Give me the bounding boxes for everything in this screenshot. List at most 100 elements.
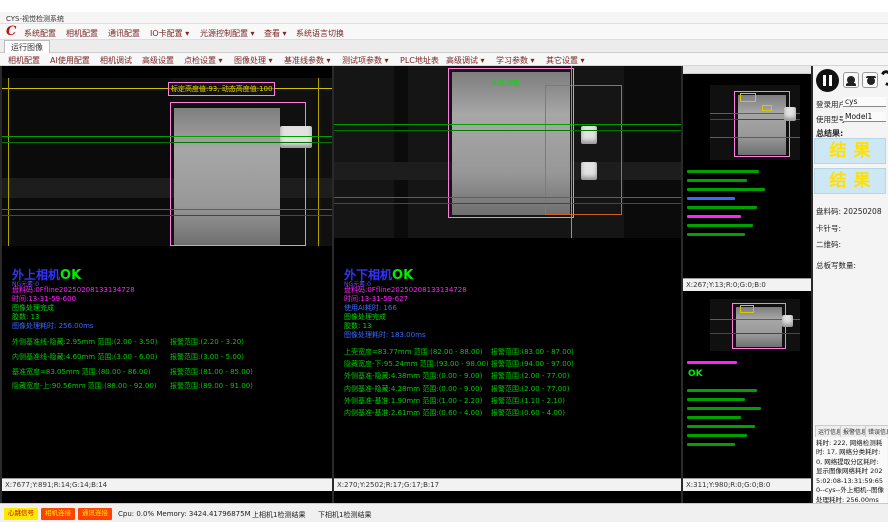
menu-item-4[interactable]: 光源控制配置 ▾: [200, 28, 255, 39]
qr-code-label: 二维码:: [816, 239, 841, 250]
illegible-text-line: [687, 425, 755, 428]
run-log[interactable]: 耗时: 222, 网络检测耗时: 17, 网络分类耗时: 0, 网络提取分区耗时…: [814, 437, 887, 503]
toolbar-item-9[interactable]: 高级调试 ▾: [446, 55, 485, 66]
illegible-text-line: [687, 416, 741, 419]
side-view-top[interactable]: [683, 74, 811, 278]
illegible-text-line: [687, 407, 761, 410]
login-user-field[interactable]: cys: [843, 97, 886, 107]
illegible-text-line: [687, 206, 757, 209]
measurement-row: 内侧基准-隐藏:4.28mm 范围:(0.00 - 9.00) 报警范围:(2.0…: [344, 384, 664, 394]
toolbar-item-1[interactable]: AI使用配置: [50, 55, 90, 66]
mid-camera-image[interactable]: AI检测框: [334, 66, 681, 238]
toolbar-item-5[interactable]: 图像处理 ▾: [234, 55, 273, 66]
left-camera-panel: 标定高度值:93, 动态高度值:100 外上相机OK NG元素:0 盘料码:0F…: [2, 66, 332, 503]
connector-part: [784, 107, 796, 121]
menu-item-2[interactable]: 通讯配置: [108, 28, 140, 39]
camera-icon-top: [866, 76, 876, 78]
heartbeat-badge: 心跳信号: [4, 508, 38, 520]
baseline-green-1: [2, 136, 332, 137]
baseline-green-4: [2, 215, 332, 216]
menu-item-3[interactable]: IO卡配置 ▾: [150, 28, 189, 39]
toolbar-item-3[interactable]: 高级设置: [142, 55, 174, 66]
menu-item-5[interactable]: 查看 ▾: [264, 28, 287, 39]
yellow-guide-left: [8, 78, 9, 246]
model-field[interactable]: Model1: [843, 112, 886, 122]
illegible-text-line: [687, 398, 745, 401]
connector-part: [581, 126, 597, 144]
cpu-memory-text: Cpu: 0.0% Memory: 3424.41796875M: [118, 510, 251, 518]
connector-part: [280, 126, 312, 148]
menu-item-6[interactable]: 系统语言切换: [296, 28, 344, 39]
window-title: CYS-视觉检测系统: [6, 14, 64, 24]
baseline-green: [710, 333, 800, 334]
measurement-row: 上壳宽度=83.77mm 范围:(82.00 - 88.00)报警范围:(83.…: [344, 347, 664, 357]
left-pixel-status: X:7677;Y:891;R:14;G:14;B:14: [2, 478, 332, 491]
measurement-row: 内侧基准线-隐藏:4.60mm 范围:(3.00 - 6.00)报警范围:(3.…: [12, 352, 332, 362]
measurement-row: 隐藏宽度-上:90.56mm 范围:(88.00 - 92.00)报警范围:(8…: [12, 381, 332, 391]
lower-result-label[interactable]: 下相机1检测结果: [318, 510, 371, 520]
baseline-green-2: [334, 130, 681, 131]
result-box-2: 结果: [814, 168, 886, 194]
control-sidebar: 登录用户: cys 使用型号: Model1 总结果: 结果 结果 盘料码: 2…: [813, 66, 888, 503]
measure-text: 隐藏宽度-下:95.24mm 范围:(93.00 - 98.00): [344, 360, 489, 368]
measure-text: 外侧基准线-隐藏:2.95mm 范围:(2.00 - 3.50): [12, 338, 157, 346]
user-icon-button[interactable]: [843, 72, 859, 88]
menu-item-1[interactable]: 相机配置: [66, 28, 98, 39]
comm-link-badge: 通讯连接: [78, 508, 112, 520]
pause-icon: [823, 75, 826, 86]
alarm-text: 报警范围:(83.00 - 87.00): [491, 347, 574, 357]
measurement-row: 隐藏宽度-下:95.24mm 范围:(93.00 - 98.00)报警范围:(9…: [344, 359, 664, 369]
tab-run-image[interactable]: 运行图像: [4, 40, 50, 53]
toolbar-item-8[interactable]: PLC地址表: [400, 55, 439, 66]
yellow-marker-box: [740, 93, 756, 102]
side-view-bottom[interactable]: OK: [683, 291, 811, 478]
ai-roi-box: [545, 85, 622, 215]
result-ok: OK: [60, 268, 81, 283]
view-mode-strip: 画面显示 拍照显示 检测显示: [683, 66, 811, 74]
menu-item-0[interactable]: 系统配置: [24, 28, 56, 39]
mid-camera-panel: AI检测框 外下相机OK NG元素:0 盘料码:0Ffline202502081…: [334, 66, 681, 503]
refresh-icon[interactable]: [879, 68, 888, 87]
toolbar-item-10[interactable]: 学习参数 ▾: [496, 55, 535, 66]
bottom-status-bar: 心跳信号 相机连接 通讯连接 Cpu: 0.0% Memory: 3424.41…: [0, 503, 888, 522]
app-logo-icon: C: [6, 24, 16, 39]
toolbar-item-7[interactable]: 测试项参数 ▾: [342, 55, 389, 66]
upper-result-label[interactable]: 上相机1检测结果: [252, 510, 305, 520]
toolbar-item-6[interactable]: 基准线参数 ▾: [284, 55, 331, 66]
baseline-green: [710, 137, 800, 138]
roi-box: [170, 102, 306, 246]
illegible-text-line: [687, 170, 759, 173]
yellow-guide-right: [318, 78, 319, 246]
illegible-text-line: [687, 215, 741, 218]
baseline-green-4: [334, 203, 681, 204]
yellow-marker-box: [762, 105, 772, 111]
measure-text: 基准宽度=83.05mm 范围:(80.00 - 86.00): [12, 368, 151, 376]
process-time-line: 图像处理耗时: 183.00ms: [344, 330, 426, 340]
toolbar-item-4[interactable]: 点检设置 ▾: [184, 55, 223, 66]
illegible-text-line: [687, 443, 735, 446]
illegible-text-line: [687, 434, 747, 437]
side-views-column: 画面显示 拍照显示 检测显示: [683, 66, 811, 503]
process-time-line: 图像处理耗时: 256.00ms: [12, 321, 94, 331]
menu-bar: C 系统配置 相机配置 通讯配置 IO卡配置 ▾ 光源控制配置 ▾ 查看 ▾ 系…: [0, 24, 888, 40]
toolbar-item-0[interactable]: 相机配置: [8, 55, 40, 66]
baseline-green-3: [334, 197, 681, 198]
baseline-green-1: [334, 124, 681, 125]
measure-text: 内侧基准-隐藏:4.28mm 范围:(0.00 - 9.00): [344, 385, 482, 393]
pause-button[interactable]: [816, 69, 839, 92]
tool-bar: 相机配置 AI使用配置 相机调试 高级设置 点检设置 ▾ 图像处理 ▾ 基准线参…: [0, 53, 888, 66]
alarm-text: 报警范围:(2.00 - 77.00): [491, 384, 569, 394]
camera-link-badge: 相机连接: [41, 508, 75, 520]
board-count-label: 总板写数量:: [816, 260, 856, 271]
alarm-text: 报警范围:(2.00 - 77.00): [491, 371, 569, 381]
machine-rail: [394, 66, 408, 238]
measurement-row: 外侧基准线-隐藏:2.95mm 范围:(2.00 - 3.50)报警范围:(2.…: [12, 337, 332, 347]
baseline-green-2: [2, 142, 332, 143]
toolbar-item-2[interactable]: 相机调试: [100, 55, 132, 66]
camera-icon-button[interactable]: [862, 72, 878, 88]
left-camera-image[interactable]: 标定高度值:93, 动态高度值:100: [2, 78, 332, 246]
measure-text: 外侧基准-基准:1.90mm 范围:(1.00 - 2.20): [344, 397, 482, 405]
toolbar-item-11[interactable]: 其它设置 ▾: [546, 55, 585, 66]
alarm-text: 报警范围:(89.00 - 91.00): [170, 381, 253, 391]
main-area: 标定高度值:93, 动态高度值:100 外上相机OK NG元素:0 盘料码:0F…: [0, 66, 888, 503]
